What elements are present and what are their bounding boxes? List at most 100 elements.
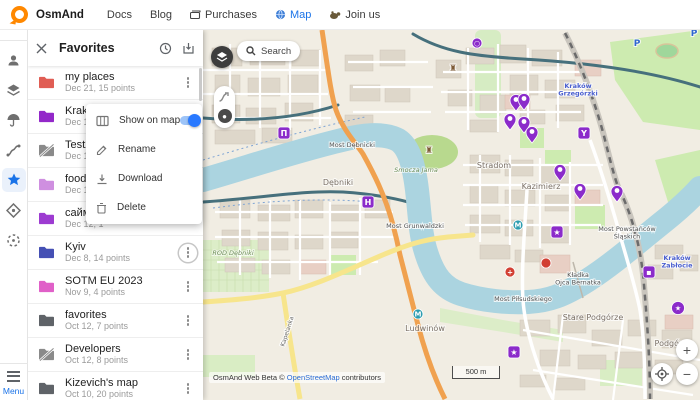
group-options-button[interactable] — [179, 312, 197, 330]
nav-item-label: Join us — [345, 9, 380, 21]
show-on-map-toggle[interactable] — [180, 116, 200, 125]
rail-favorites-icon[interactable] — [2, 168, 26, 192]
nav-item-blog[interactable]: Blog — [150, 9, 172, 21]
shop-marker[interactable]: ▪ — [643, 266, 655, 278]
map-label: Stare Podgórze — [563, 312, 624, 322]
brand-name: OsmAnd — [36, 9, 84, 21]
svg-text:▪: ▪ — [646, 268, 651, 277]
recent-icon[interactable] — [159, 42, 172, 55]
parking-icon[interactable]: P — [691, 30, 698, 39]
group-options-button[interactable] — [179, 74, 197, 92]
svg-text:★: ★ — [553, 228, 560, 237]
favorites-panel: Favorites my places Dec 21, 15 points Kr… — [28, 30, 203, 400]
map-tiles: Most DębnickiMost GrunwaldzkiMost Piłsud… — [203, 30, 700, 400]
nav-item-purchases[interactable]: Purchases — [190, 9, 257, 21]
pharmacy-marker[interactable]: + — [505, 267, 515, 277]
folder-icon — [38, 313, 55, 328]
group-options-button[interactable] — [179, 278, 197, 296]
purchases-icon — [190, 10, 201, 19]
wawel-castle-icon[interactable]: ♜ — [425, 146, 433, 156]
folder-icon — [38, 75, 55, 90]
map-label: Most Dębnicki — [329, 141, 375, 149]
favorite-group-row[interactable]: Kizevich's map Oct 10, 20 points — [28, 372, 203, 400]
rail-navigation-icon[interactable] — [2, 198, 26, 222]
search-box[interactable]: Search — [237, 41, 300, 61]
trash-icon — [96, 202, 107, 214]
nav-item-map[interactable]: Map — [275, 9, 311, 21]
map-label: Most Piłsudskiego — [494, 295, 552, 303]
nav-item-docs[interactable]: Docs — [107, 9, 132, 21]
rail-weather-icon[interactable] — [2, 108, 26, 132]
close-icon[interactable] — [36, 43, 47, 54]
favorite-group-row[interactable]: Kyiv Dec 8, 14 points — [28, 236, 203, 270]
import-icon[interactable] — [182, 42, 195, 55]
route-icon[interactable] — [218, 91, 231, 103]
bar-marker[interactable]: Y — [578, 127, 590, 139]
menu-item-show-on-map[interactable]: Show on map — [86, 106, 202, 135]
scrollbar-thumb[interactable] — [199, 68, 202, 101]
group-name: Kyiv — [65, 241, 179, 253]
menu-item-label: Delete — [117, 202, 194, 213]
folder-icon — [38, 381, 55, 396]
folder-icon — [38, 211, 55, 226]
group-meta: Dec 21, 15 points — [65, 83, 179, 94]
map-label: Kazimierz — [522, 182, 561, 191]
museum-marker[interactable]: Π — [278, 127, 290, 139]
group-options-button[interactable] — [179, 346, 197, 364]
svg-text:+: + — [507, 269, 513, 277]
group-name: favorites — [65, 309, 179, 321]
favorite-star-marker[interactable]: ★ — [508, 346, 520, 358]
menu-item-label: Download — [118, 173, 194, 184]
menu-button[interactable]: Menu — [3, 368, 24, 396]
favorite-group-row[interactable]: Developers Oct 12, 8 points — [28, 338, 203, 372]
favorite-star-marker[interactable]: ★ — [672, 302, 685, 315]
transit-marker[interactable]: M — [513, 220, 523, 230]
poi-red-marker[interactable] — [541, 258, 551, 268]
map-layers-button[interactable] — [211, 46, 233, 68]
rail-account-icon[interactable] — [2, 48, 26, 72]
map-canvas[interactable]: Most DębnickiMost GrunwaldzkiMost Piłsud… — [203, 30, 700, 400]
svg-text:♜: ♜ — [425, 146, 433, 156]
folder-icon — [38, 109, 55, 124]
favorite-group-row[interactable]: SOTM EU 2023 Nov 9, 4 points — [28, 270, 203, 304]
group-meta: Oct 12, 7 points — [65, 321, 179, 332]
rail-layers-icon[interactable] — [2, 78, 26, 102]
rail-divider — [0, 40, 28, 41]
zoom-out-button[interactable]: − — [676, 363, 698, 385]
map-label: Stradom — [477, 161, 511, 170]
rail-tracks-icon[interactable] — [2, 138, 26, 162]
favorite-group-row[interactable]: favorites Oct 12, 7 points — [28, 304, 203, 338]
join-us-icon — [329, 10, 341, 20]
transit-marker[interactable]: M — [413, 309, 423, 319]
locate-button[interactable] — [651, 363, 673, 385]
rail-plan-route-icon[interactable] — [2, 228, 26, 252]
hotel-marker[interactable]: H — [362, 196, 374, 208]
menu-item-rename[interactable]: Rename — [86, 135, 202, 164]
favorite-star-marker[interactable]: ★ — [551, 226, 563, 238]
menu-item-delete[interactable]: Delete — [86, 193, 202, 222]
castle-icon[interactable]: ♜ — [449, 64, 457, 74]
group-options-button[interactable] — [179, 380, 197, 398]
svg-text:○: ○ — [474, 40, 480, 48]
map-scale: 500 m — [452, 366, 500, 379]
menu-item-download[interactable]: Download — [86, 164, 202, 193]
svg-text:Π: Π — [281, 129, 288, 138]
menu-item-label: Rename — [118, 144, 194, 155]
zoom-in-button[interactable]: + — [676, 339, 698, 361]
group-meta: Oct 12, 8 points — [65, 355, 179, 366]
svg-text:P: P — [634, 39, 641, 49]
search-label: Search — [261, 46, 291, 57]
track-record-button[interactable]: ● — [218, 109, 232, 123]
nav-item-join-us[interactable]: Join us — [329, 9, 380, 21]
panel-header: Favorites — [28, 30, 203, 66]
parking-icon[interactable]: P — [634, 39, 641, 49]
group-meta: Dec 8, 14 points — [65, 253, 179, 264]
osm-link[interactable]: OpenStreetMap — [287, 373, 340, 382]
svg-text:H: H — [365, 198, 372, 207]
map-label: Ludwinów — [405, 323, 445, 333]
menu-item-label: Show on map — [119, 115, 180, 126]
poi-marker[interactable]: ○ — [472, 38, 482, 48]
favorite-group-row[interactable]: my places Dec 21, 15 points — [28, 66, 203, 100]
group-options-button[interactable] — [179, 244, 197, 262]
svg-text:★: ★ — [510, 348, 517, 357]
